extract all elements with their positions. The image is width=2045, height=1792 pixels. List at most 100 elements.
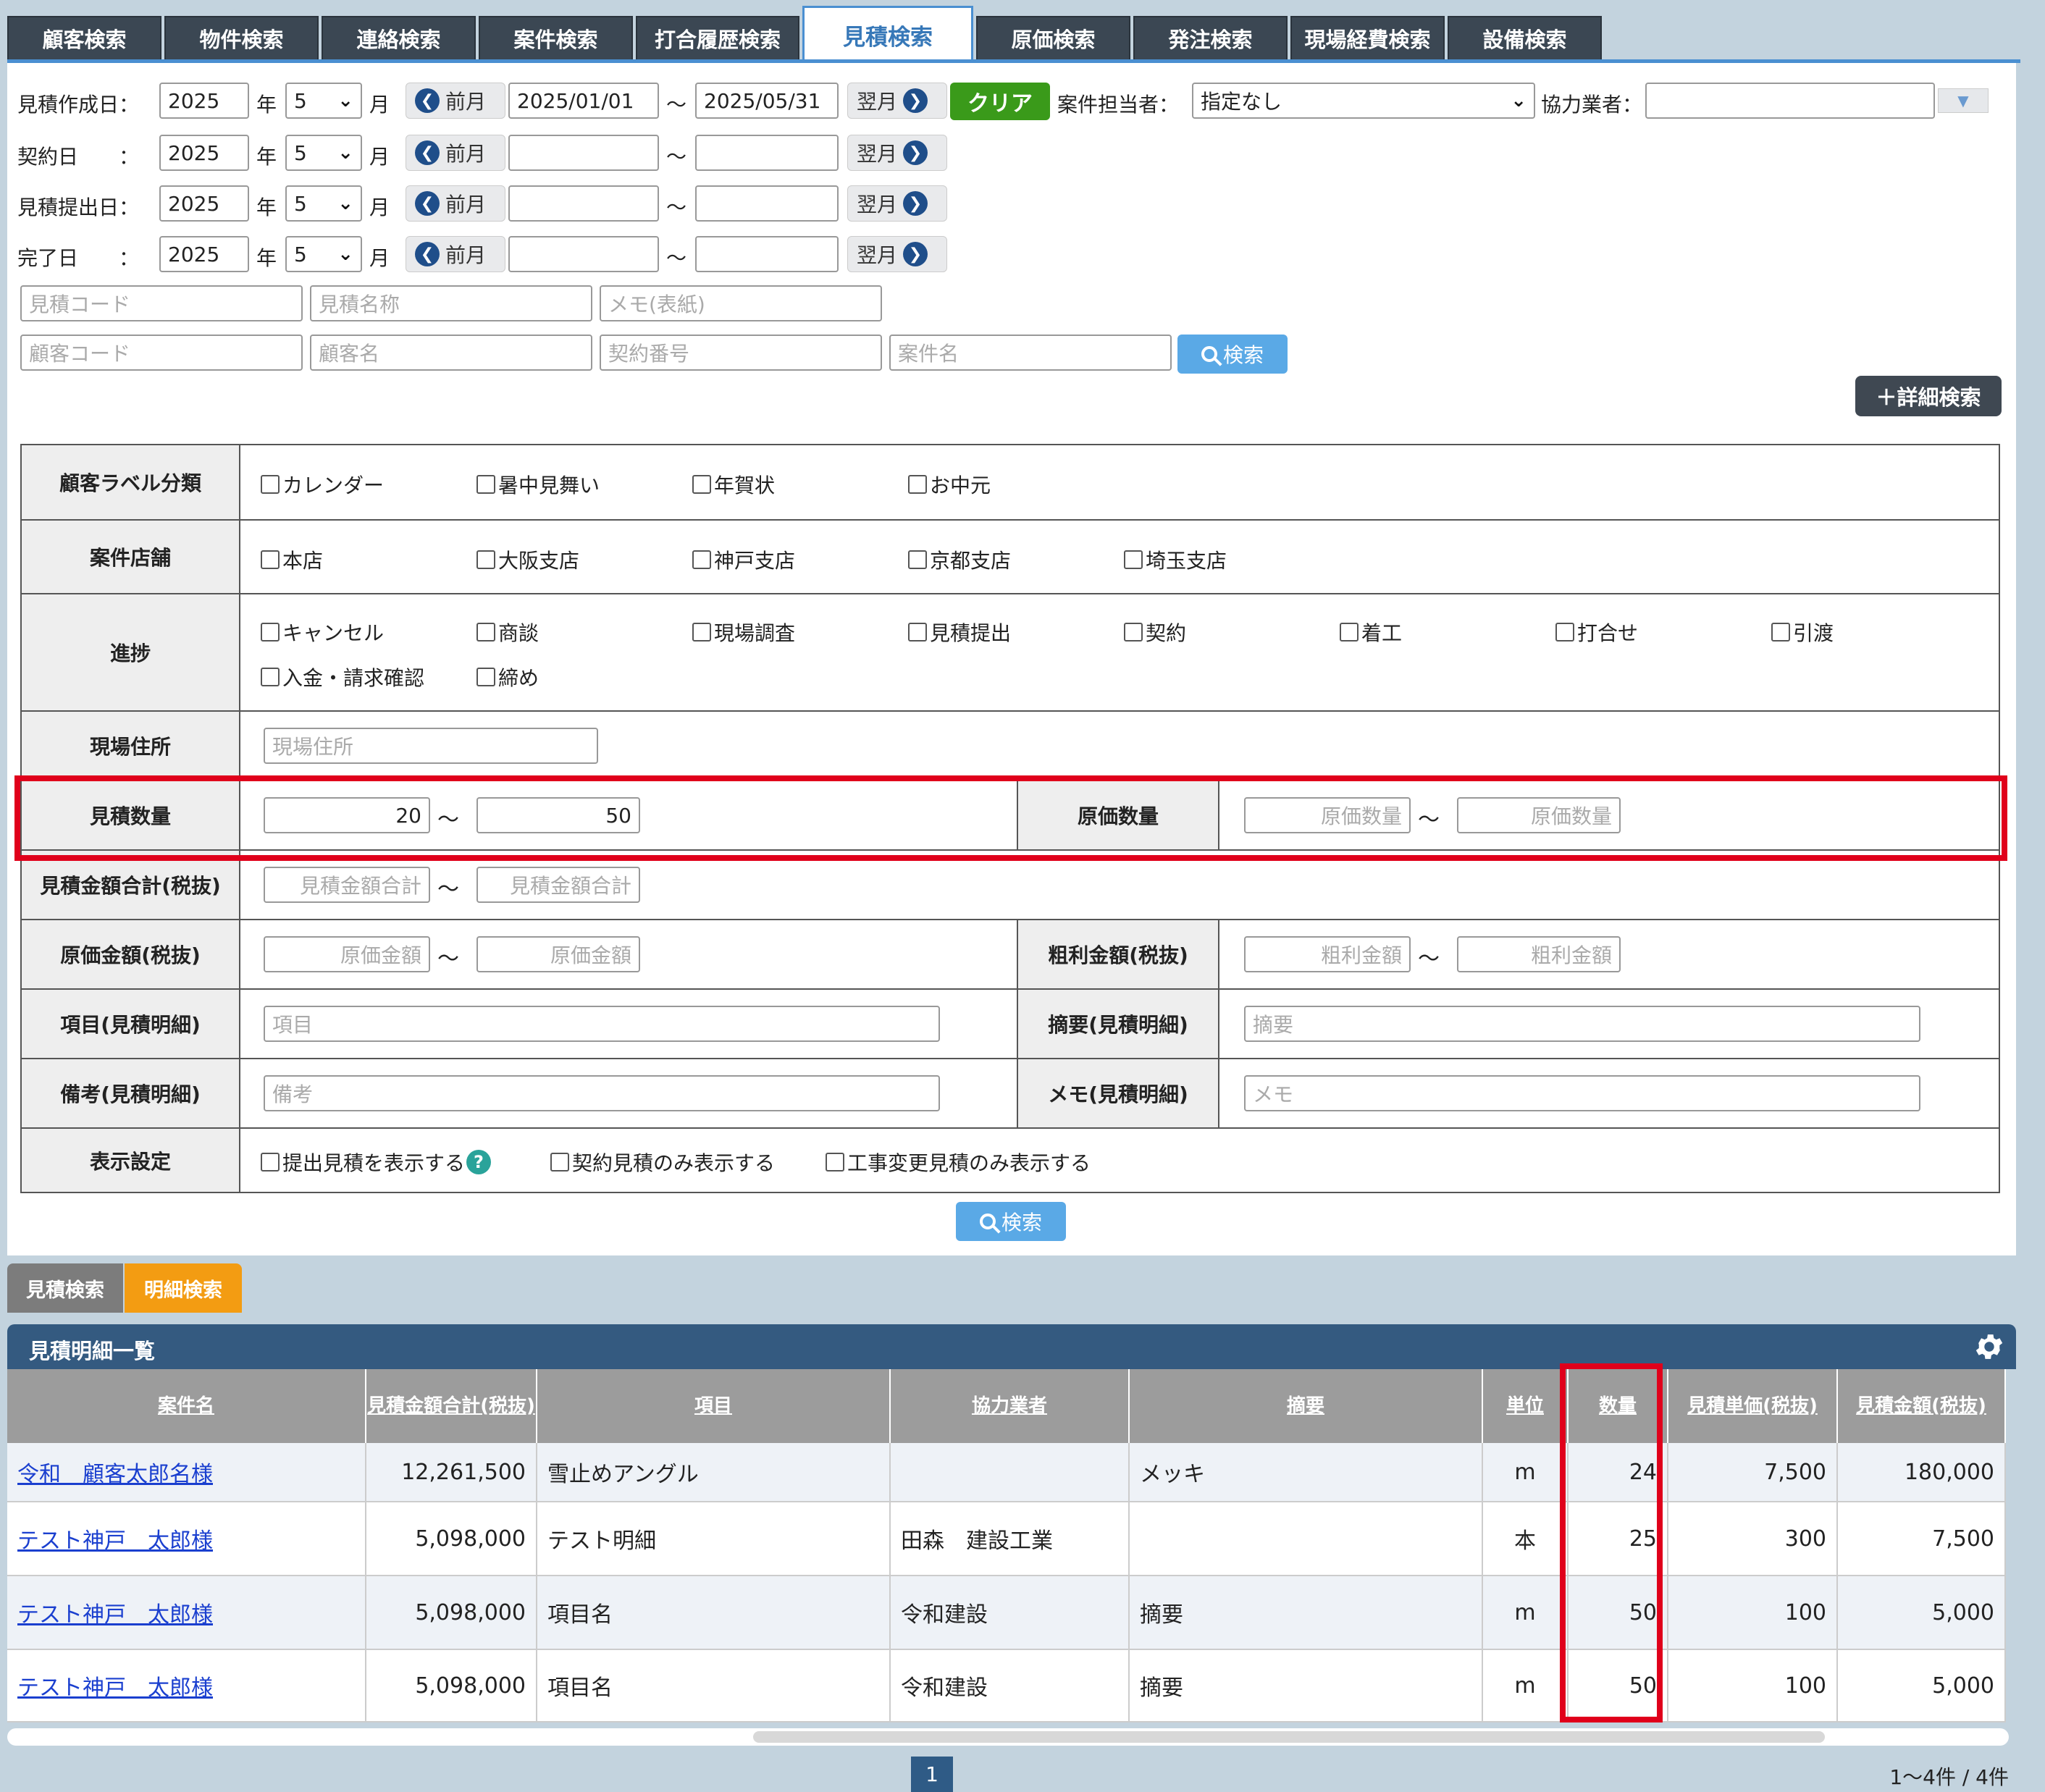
column-header-item[interactable]: 項目 [537,1369,891,1443]
estimate-name-input[interactable]: 見積名称 [310,285,592,321]
cost-amount-from-input[interactable]: 原価金額 [264,936,430,972]
checkbox-box[interactable] [476,623,495,641]
checkbox-box[interactable] [908,475,927,494]
partner-input[interactable] [1645,83,1935,119]
checkbox-ochugen[interactable]: お中元 [908,470,991,499]
remarks-input[interactable]: 備考 [264,1075,940,1111]
tab-contact-search[interactable]: 連絡検索 [322,16,476,61]
year-input[interactable]: 2025 [159,236,249,272]
gross-profit-from-input[interactable]: 粗利金額 [1244,936,1411,972]
checkbox-progress-cancel[interactable]: キャンセル [261,618,384,647]
prev-month-button[interactable]: ❮ 前月 [406,236,505,272]
partner-dropdown-button[interactable]: ▼ [1938,88,1989,113]
date-to-input[interactable] [695,236,839,272]
checkbox-box[interactable] [692,475,711,494]
year-input[interactable]: 2025 [159,185,249,222]
page-button-1[interactable]: 1 [911,1757,953,1792]
tab-order-search[interactable]: 発注検索 [1133,16,1288,61]
column-header-estimate-total[interactable]: 見積金額合計(税抜) [366,1369,537,1443]
column-header-unit-price[interactable]: 見積単価(税抜) [1668,1369,1838,1443]
column-header-partner[interactable]: 協力業者 [891,1369,1130,1443]
prev-month-button[interactable]: ❮ 前月 [406,83,505,119]
project-name-input[interactable]: 案件名 [889,335,1172,371]
search-button-bottom[interactable]: 検索 [956,1202,1066,1241]
checkbox-box[interactable] [1340,623,1359,641]
date-to-input[interactable]: 2025/05/31 [695,83,839,119]
month-select[interactable]: 5 ⌄ [285,83,362,119]
date-from-input[interactable] [508,135,659,171]
checkbox-box[interactable] [261,550,280,569]
date-from-input[interactable] [508,236,659,272]
checkbox-box[interactable] [476,475,495,494]
date-to-input[interactable] [695,135,839,171]
checkbox-progress-site-survey[interactable]: 現場調査 [692,618,795,647]
checkbox-progress-closed[interactable]: 締め [476,662,539,691]
tab-property-search[interactable]: 物件検索 [164,16,319,61]
item-input[interactable]: 項目 [264,1006,940,1042]
project-link[interactable]: 令和 顧客太郎名様 [7,1443,366,1501]
month-select[interactable]: 5 ⌄ [285,236,362,272]
year-input[interactable]: 2025 [159,135,249,171]
column-header-unit[interactable]: 単位 [1483,1369,1569,1443]
subtab-detail-search[interactable]: 明細検索 [125,1263,242,1313]
checkbox-box[interactable] [261,668,280,686]
tab-meeting-history-search[interactable]: 打合履歴検索 [636,16,799,61]
checkbox-store-osaka[interactable]: 大阪支店 [476,545,579,574]
column-header-summary[interactable]: 摘要 [1130,1369,1483,1443]
gross-profit-to-input[interactable]: 粗利金額 [1457,936,1621,972]
summary-input[interactable]: 摘要 [1244,1006,1920,1042]
checkbox-summer-greeting[interactable]: 暑中見舞い [476,470,600,499]
checkbox-progress-contract[interactable]: 契約 [1124,618,1186,647]
checkbox-progress-negotiation[interactable]: 商談 [476,618,539,647]
gear-icon[interactable] [1973,1330,2006,1363]
checkbox-box[interactable] [692,550,711,569]
checkbox-box[interactable] [1124,550,1143,569]
checkbox-box[interactable] [692,623,711,641]
checkbox-box[interactable] [1771,623,1790,641]
search-button[interactable]: 検索 [1177,335,1288,374]
project-link[interactable]: テスト神戸 太郎様 [7,1502,366,1575]
contract-number-input[interactable]: 契約番号 [600,335,882,371]
horizontal-scrollbar[interactable] [7,1728,2009,1746]
checkbox-store-kyoto[interactable]: 京都支店 [908,545,1011,574]
prev-month-button[interactable]: ❮ 前月 [406,185,505,222]
estimate-total-from-input[interactable]: 見積金額合計 [264,867,430,903]
checkbox-box[interactable] [476,550,495,569]
checkbox-box[interactable] [261,475,280,494]
customer-name-input[interactable]: 顧客名 [310,335,592,371]
checkbox-progress-payment-confirm[interactable]: 入金・請求確認 [261,662,424,691]
checkbox-store-saitama[interactable]: 埼玉支店 [1124,545,1227,574]
memo-input[interactable]: メモ [1244,1075,1920,1111]
checkbox-box[interactable] [1555,623,1574,641]
tab-cost-search[interactable]: 原価検索 [976,16,1130,61]
checkbox-progress-estimate-submitted[interactable]: 見積提出 [908,618,1011,647]
subtab-estimate-search[interactable]: 見積検索 [7,1263,123,1313]
next-month-button[interactable]: 翌月 ❯ [847,185,947,222]
checkbox-progress-handover[interactable]: 引渡 [1771,618,1834,647]
column-header-project[interactable]: 案件名 [7,1369,366,1443]
customer-code-input[interactable]: 顧客コード [20,335,303,371]
column-header-amount[interactable]: 見積金額(税抜) [1838,1369,2006,1443]
date-to-input[interactable] [695,185,839,222]
checkbox-store-main[interactable]: 本店 [261,545,323,574]
tab-project-search[interactable]: 案件検索 [479,16,633,61]
next-month-button[interactable]: 翌月 ❯ [847,236,947,272]
estimate-total-to-input[interactable]: 見積金額合計 [476,867,640,903]
next-month-button[interactable]: 翌月 ❯ [847,83,947,119]
tab-site-expense-search[interactable]: 現場経費検索 [1290,16,1445,61]
date-from-input[interactable]: 2025/01/01 [508,83,659,119]
date-from-input[interactable] [508,185,659,222]
checkbox-box[interactable] [1124,623,1143,641]
checkbox-box[interactable] [826,1153,844,1171]
checkbox-store-kobe[interactable]: 神戸支店 [692,545,795,574]
project-link[interactable]: テスト神戸 太郎様 [7,1576,366,1649]
detail-search-button[interactable]: ＋詳細検索 [1855,376,2002,416]
help-icon[interactable]: ? [466,1150,492,1174]
month-select[interactable]: 5 ⌄ [285,185,362,222]
clear-button[interactable]: クリア [950,83,1050,120]
cost-amount-to-input[interactable]: 原価金額 [476,936,640,972]
checkbox-show-submitted[interactable]: 提出見積を表示する? [261,1148,492,1177]
checkbox-new-year-card[interactable]: 年賀状 [692,470,775,499]
checkbox-box[interactable] [908,550,927,569]
scrollbar-thumb[interactable] [753,1731,1825,1743]
